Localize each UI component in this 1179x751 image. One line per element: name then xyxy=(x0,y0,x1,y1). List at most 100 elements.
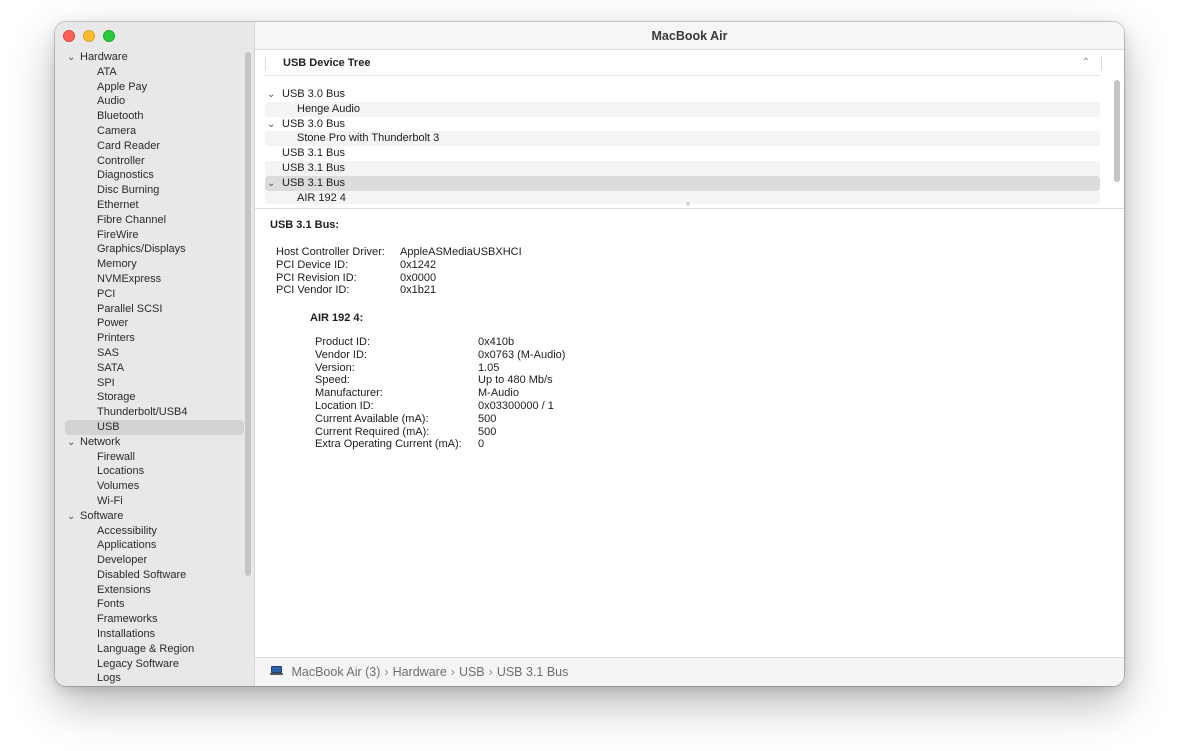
tree-row[interactable]: USB 3.1 Bus xyxy=(265,160,1100,176)
sidebar-group[interactable]: ⌄ Software xyxy=(65,509,240,524)
sidebar-item[interactable]: ATA xyxy=(65,65,240,80)
sidebar-item-label: Locations xyxy=(97,465,145,478)
tree-row[interactable]: AIR 192 4 xyxy=(265,190,1100,204)
sidebar-item[interactable]: Language & Region xyxy=(65,642,240,657)
sidebar-item[interactable]: Wi-Fi xyxy=(65,494,240,509)
sidebar-item[interactable]: Storage xyxy=(65,390,240,405)
sidebar-item-label: Storage xyxy=(97,391,136,404)
sidebar-item-label: Volumes xyxy=(97,480,140,493)
sidebar-item-label: SPI xyxy=(97,376,115,389)
sidebar-item[interactable]: Logs xyxy=(65,671,240,686)
sidebar-item-label: Developer xyxy=(97,554,148,567)
sidebar-item-label: Bluetooth xyxy=(97,110,144,123)
chevron-down-icon[interactable]: ⌄ xyxy=(67,51,80,66)
sidebar-item[interactable]: Extensions xyxy=(65,583,240,598)
sidebar-item[interactable]: Installations xyxy=(65,627,240,642)
sidebar-item[interactable]: Accessibility xyxy=(65,524,240,539)
chevron-down-icon[interactable]: ⌄ xyxy=(67,436,80,451)
sidebar-item[interactable]: Diagnostics xyxy=(65,168,240,183)
sidebar-item[interactable]: NVMExpress xyxy=(65,272,240,287)
property-value: 0x03300000 / 1 xyxy=(478,399,554,412)
sidebar: ⌄ Hardware ATA Apple Pay Audio Bluetooth Camer… xyxy=(55,22,255,686)
sidebar-scrollbar[interactable] xyxy=(245,52,251,576)
split-handle[interactable] xyxy=(686,202,690,206)
sidebar-item[interactable]: Legacy Software xyxy=(65,657,240,672)
sidebar-item-label: Software xyxy=(80,509,124,522)
sidebar-item[interactable]: Power xyxy=(65,316,240,331)
sidebar-item-label: Audio xyxy=(97,95,126,108)
tree-row[interactable]: Henge Audio xyxy=(265,101,1100,117)
sidebar-item[interactable]: Disabled Software xyxy=(65,568,240,583)
minimize-button[interactable] xyxy=(83,30,95,42)
property-value: M-Audio xyxy=(478,387,519,400)
detail-title: USB 3.1 Bus: xyxy=(270,219,340,231)
tree-row[interactable]: ⌄ USB 3.1 Bus xyxy=(265,175,1100,192)
sidebar-item[interactable]: USB xyxy=(65,419,244,435)
usb-device-tree: ⌄ USB 3.0 Bus Henge Audio ⌄ USB 3.0 Bus Stone… xyxy=(265,87,1100,204)
close-button[interactable] xyxy=(63,30,75,42)
tree-scrollbar[interactable] xyxy=(1114,80,1120,182)
sidebar-item[interactable]: Applications xyxy=(65,538,240,553)
sidebar-item[interactable]: Firewall xyxy=(65,450,240,465)
sidebar-item[interactable]: Camera xyxy=(65,124,240,139)
breadcrumb-item[interactable]: MacBook Air (3) xyxy=(291,665,380,679)
property-value: AppleASMediaUSBXHCI xyxy=(400,246,522,258)
sidebar-item[interactable]: Graphics/Displays xyxy=(65,242,240,257)
chevron-down-icon[interactable]: ⌄ xyxy=(267,88,282,103)
sidebar-item-label: Thunderbolt/USB4 xyxy=(97,406,188,419)
sidebar-group[interactable]: ⌄ Hardware xyxy=(65,50,240,65)
sidebar-item-label: Graphics/Displays xyxy=(97,243,186,256)
sidebar-item[interactable]: SAS xyxy=(65,346,240,361)
split-divider[interactable] xyxy=(255,208,1124,209)
breadcrumb-item[interactable]: Hardware xyxy=(393,665,447,679)
sidebar-item-label: Camera xyxy=(97,124,137,137)
sidebar-item[interactable]: Memory xyxy=(65,257,240,272)
tree-row[interactable]: ⌄ USB 3.0 Bus xyxy=(265,117,1100,132)
sidebar-item[interactable]: Fonts xyxy=(65,597,240,612)
sidebar-item[interactable]: Developer xyxy=(65,553,240,568)
sidebar-item[interactable]: SATA xyxy=(65,361,240,376)
sidebar-item[interactable]: Locations xyxy=(65,464,240,479)
property-value: 0x0000 xyxy=(400,271,437,284)
sidebar-item[interactable]: Fibre Channel xyxy=(65,213,240,228)
chevron-down-icon[interactable]: ⌄ xyxy=(267,177,282,192)
tree-row[interactable]: USB 3.1 Bus xyxy=(265,146,1100,161)
sidebar-item[interactable]: Bluetooth xyxy=(65,109,240,124)
sidebar-item[interactable]: Disc Burning xyxy=(65,183,240,198)
sidebar-item[interactable]: Volumes xyxy=(65,479,240,494)
sidebar-item[interactable]: Ethernet xyxy=(65,198,240,213)
sidebar-item-label: Disabled Software xyxy=(97,568,187,581)
tree-row[interactable]: ⌄ USB 3.0 Bus xyxy=(265,87,1100,102)
sidebar-item[interactable]: Parallel SCSI xyxy=(65,302,240,317)
chevron-down-icon[interactable]: ⌄ xyxy=(67,510,80,525)
sidebar-item[interactable]: Apple Pay xyxy=(65,80,240,95)
property-value: 0x0763 (M-Audio) xyxy=(478,348,566,361)
sidebar-item-label: Memory xyxy=(97,258,137,271)
sidebar-item[interactable]: Audio xyxy=(65,94,240,109)
sidebar-item[interactable]: Printers xyxy=(65,331,240,346)
sidebar-item[interactable]: Controller xyxy=(65,154,240,169)
sidebar-item[interactable]: FireWire xyxy=(65,228,240,243)
zoom-button[interactable] xyxy=(103,30,115,42)
sidebar-item[interactable]: Card Reader xyxy=(65,139,240,154)
sidebar-item-label: USB xyxy=(97,420,120,433)
sidebar-item-label: Applications xyxy=(97,539,157,552)
sidebar-item[interactable]: Frameworks xyxy=(65,612,240,627)
tree-row-label: USB 3.0 Bus xyxy=(282,88,345,100)
sidebar-item[interactable]: SPI xyxy=(65,376,240,391)
sidebar-item-label: Parallel SCSI xyxy=(97,302,163,315)
property-key: PCI Revision ID: xyxy=(276,271,357,284)
sidebar-group[interactable]: ⌄ Network xyxy=(65,435,240,450)
chevron-down-icon[interactable]: ⌄ xyxy=(267,118,282,133)
sidebar-item-label: Controller xyxy=(97,154,145,167)
property-value: 0x410b xyxy=(478,336,515,348)
property-key: Manufacturer: xyxy=(315,387,383,400)
window-title: MacBook Air xyxy=(255,22,1124,50)
tree-row[interactable]: Stone Pro with Thunderbolt 3 xyxy=(265,131,1100,147)
breadcrumb-item[interactable]: USB xyxy=(459,665,485,679)
tree-column-header[interactable]: USB Device Tree ⌃ xyxy=(265,50,1102,76)
sort-chevron-up-icon[interactable]: ⌃ xyxy=(1082,50,1090,76)
breadcrumb-item[interactable]: USB 3.1 Bus xyxy=(497,665,569,679)
sidebar-item[interactable]: Thunderbolt/USB4 xyxy=(65,405,240,420)
sidebar-item[interactable]: PCI xyxy=(65,287,240,302)
